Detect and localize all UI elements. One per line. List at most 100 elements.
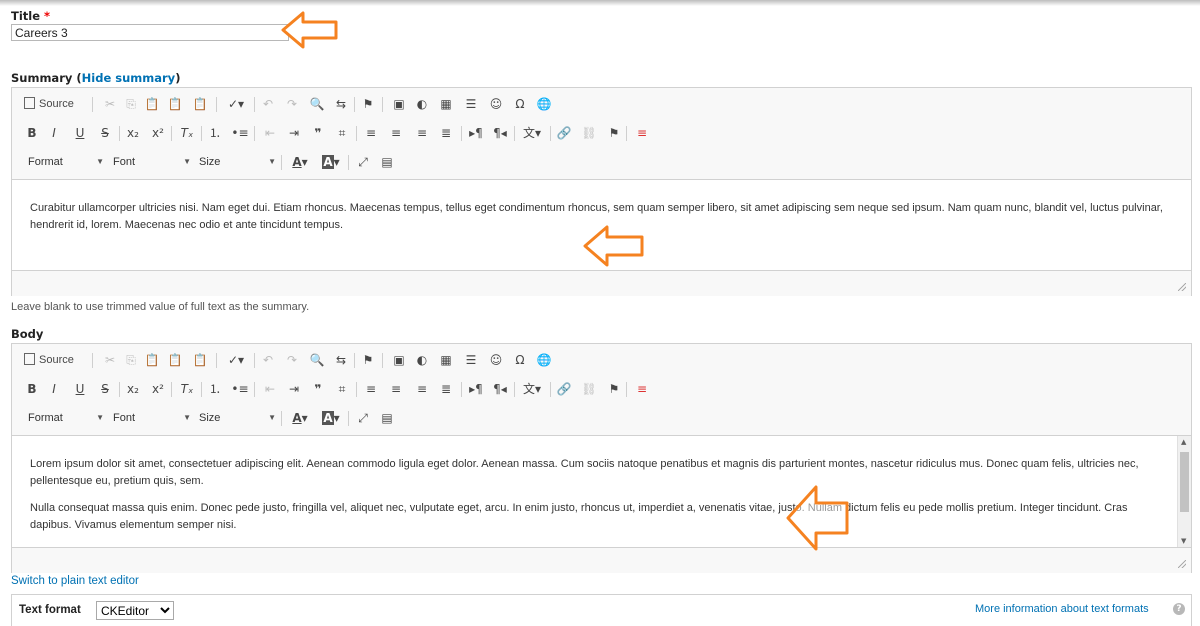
page-break-icon[interactable]: ≡ — [632, 379, 652, 399]
more-info-link[interactable]: More information about text formats — [975, 603, 1149, 615]
italic-button[interactable]: I — [44, 123, 64, 143]
spellcheck-icon[interactable]: ✓▾ — [222, 350, 250, 370]
show-blocks-icon[interactable]: ▤ — [377, 408, 397, 428]
copy-icon[interactable]: ⎘ — [121, 94, 141, 114]
bulleted-list-icon[interactable]: •≡ — [230, 379, 250, 399]
div-icon[interactable]: ⌗ — [332, 379, 352, 399]
blockquote-icon[interactable]: ❞ — [308, 379, 328, 399]
anchor-icon[interactable]: ⚑ — [358, 350, 378, 370]
bold-button[interactable]: B — [22, 123, 42, 143]
special-char-icon[interactable]: Ω — [510, 350, 530, 370]
page-break-icon[interactable]: ≡ — [632, 123, 652, 143]
justify-icon[interactable]: ≣ — [436, 123, 456, 143]
format-combo[interactable]: Format ▼ — [28, 409, 104, 427]
table-icon[interactable]: ▦ — [436, 94, 456, 114]
horizontal-line-icon[interactable]: ☰ — [461, 94, 481, 114]
font-combo[interactable]: Font ▼ — [113, 409, 191, 427]
paste-icon[interactable]: 📋 — [142, 350, 162, 370]
div-icon[interactable]: ⌗ — [332, 123, 352, 143]
replace-icon[interactable]: ⇆ — [331, 350, 351, 370]
underline-button[interactable]: U — [70, 123, 90, 143]
image-icon[interactable]: ▣ — [389, 94, 409, 114]
rtl-icon[interactable]: ¶◂ — [490, 123, 510, 143]
cut-icon[interactable]: ✂ — [100, 350, 120, 370]
copy-icon[interactable]: ⎘ — [121, 350, 141, 370]
size-combo[interactable]: Size ▼ — [199, 153, 276, 171]
text-color-icon[interactable]: A▾ — [287, 408, 313, 428]
scroll-thumb[interactable] — [1180, 452, 1189, 512]
subscript-icon[interactable]: x₂ — [123, 123, 143, 143]
italic-button[interactable]: I — [44, 379, 64, 399]
align-center-icon[interactable]: ≡ — [386, 379, 406, 399]
strike-button[interactable]: S — [95, 379, 115, 399]
bg-color-icon[interactable]: A▾ — [318, 152, 344, 172]
cut-icon[interactable]: ✂ — [100, 94, 120, 114]
bold-button[interactable]: B — [22, 379, 42, 399]
size-combo[interactable]: Size ▼ — [199, 409, 276, 427]
subscript-icon[interactable]: x₂ — [123, 379, 143, 399]
paste-text-icon[interactable]: 📋 — [165, 94, 185, 114]
source-button[interactable]: Source — [24, 94, 86, 114]
redo-icon[interactable]: ↷ — [282, 350, 302, 370]
outdent-icon[interactable]: ⇤ — [260, 379, 280, 399]
format-combo[interactable]: Format ▼ — [28, 153, 104, 171]
smiley-icon[interactable]: ☺ — [486, 94, 506, 114]
indent-icon[interactable]: ⇥ — [284, 123, 304, 143]
bulleted-list-icon[interactable]: •≡ — [230, 123, 250, 143]
font-combo[interactable]: Font ▼ — [113, 153, 191, 171]
spellcheck-icon[interactable]: ✓▾ — [222, 94, 250, 114]
iframe-icon[interactable]: 🌐 — [534, 94, 554, 114]
language-icon[interactable]: 文▾ — [518, 123, 546, 143]
show-blocks-icon[interactable]: ▤ — [377, 152, 397, 172]
paste-word-icon[interactable]: 📋 — [190, 350, 210, 370]
flash-icon[interactable]: ◐ — [412, 94, 432, 114]
rtl-icon[interactable]: ¶◂ — [490, 379, 510, 399]
title-input[interactable] — [11, 24, 289, 41]
outdent-icon[interactable]: ⇤ — [260, 123, 280, 143]
language-icon[interactable]: 文▾ — [518, 379, 546, 399]
superscript-icon[interactable]: x² — [148, 123, 168, 143]
unlink-icon[interactable]: ⛓ — [579, 123, 599, 143]
scroll-up-icon[interactable]: ▲ — [1181, 438, 1186, 446]
remove-format-icon[interactable]: Tₓ — [177, 379, 197, 399]
body-scrollbar[interactable]: ▲ ▼ — [1177, 436, 1191, 547]
align-left-icon[interactable]: ≡ — [361, 379, 381, 399]
align-right-icon[interactable]: ≡ — [412, 379, 432, 399]
flag-icon[interactable]: ⚑ — [604, 379, 624, 399]
text-format-select[interactable]: CKEditor — [96, 601, 174, 620]
undo-icon[interactable]: ↶ — [258, 350, 278, 370]
text-color-icon[interactable]: A▾ — [287, 152, 313, 172]
numbered-list-icon[interactable]: ⒈ — [205, 379, 225, 399]
resize-handle-icon[interactable] — [1178, 283, 1186, 291]
horizontal-line-icon[interactable]: ☰ — [461, 350, 481, 370]
ltr-icon[interactable]: ▸¶ — [466, 123, 486, 143]
justify-icon[interactable]: ≣ — [436, 379, 456, 399]
image-icon[interactable]: ▣ — [389, 350, 409, 370]
find-icon[interactable]: 🔍 — [307, 94, 327, 114]
find-icon[interactable]: 🔍 — [307, 350, 327, 370]
scroll-down-icon[interactable]: ▼ — [1181, 537, 1186, 545]
replace-icon[interactable]: ⇆ — [331, 94, 351, 114]
maximize-icon[interactable]: ⤢ — [353, 152, 373, 172]
iframe-icon[interactable]: 🌐 — [534, 350, 554, 370]
flag-icon[interactable]: ⚑ — [604, 123, 624, 143]
undo-icon[interactable]: ↶ — [258, 94, 278, 114]
align-left-icon[interactable]: ≡ — [361, 123, 381, 143]
link-icon[interactable]: 🔗 — [554, 123, 574, 143]
numbered-list-icon[interactable]: ⒈ — [205, 123, 225, 143]
flash-icon[interactable]: ◐ — [412, 350, 432, 370]
bg-color-icon[interactable]: A▾ — [318, 408, 344, 428]
body-content-area[interactable]: Lorem ipsum dolor sit amet, consectetuer… — [12, 436, 1191, 547]
source-button[interactable]: Source — [24, 350, 86, 370]
redo-icon[interactable]: ↷ — [282, 94, 302, 114]
unlink-icon[interactable]: ⛓ — [579, 379, 599, 399]
hide-summary-link[interactable]: Hide summary — [82, 71, 176, 85]
underline-button[interactable]: U — [70, 379, 90, 399]
help-icon[interactable]: ? — [1173, 603, 1185, 615]
remove-format-icon[interactable]: Tₓ — [177, 123, 197, 143]
indent-icon[interactable]: ⇥ — [284, 379, 304, 399]
table-icon[interactable]: ▦ — [436, 350, 456, 370]
paste-text-icon[interactable]: 📋 — [165, 350, 185, 370]
strike-button[interactable]: S — [95, 123, 115, 143]
maximize-icon[interactable]: ⤢ — [353, 408, 373, 428]
